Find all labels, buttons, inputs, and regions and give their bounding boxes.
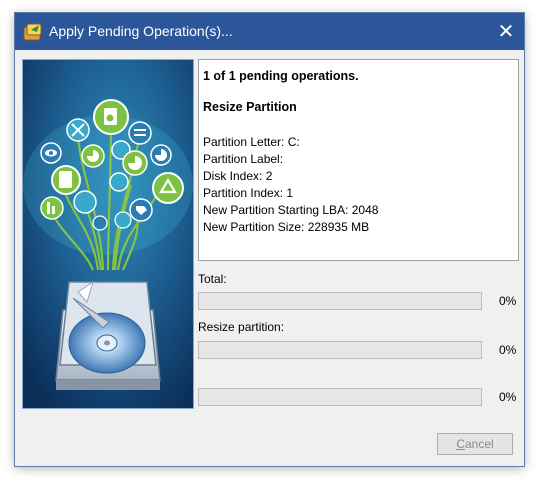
operation-title: Resize Partition	[203, 100, 297, 114]
resize-progress-percent: 0%	[499, 343, 517, 357]
detail-disk-index: Disk Index: 2	[203, 169, 273, 183]
step-progress-percent: 0%	[499, 390, 517, 404]
detail-partition-size: New Partition Size: 228935 MB	[203, 220, 370, 234]
app-icon	[23, 23, 42, 41]
resize-progress-label: Resize partition:	[198, 320, 285, 334]
close-icon: ✕	[497, 21, 515, 43]
step-progress-bar	[198, 388, 482, 406]
detail-partition-index: Partition Index: 1	[203, 186, 294, 200]
cancel-mnemonic: C	[456, 437, 465, 451]
resize-progress-bar	[198, 341, 482, 359]
window-title: Apply Pending Operation(s)...	[49, 23, 233, 39]
dialog-window: Apply Pending Operation(s)... ✕ 1 of 1 p…	[15, 13, 524, 466]
total-progress-label: Total:	[198, 272, 227, 286]
total-progress-percent: 0%	[499, 294, 517, 308]
summary-text: 1 of 1 pending operations.	[203, 69, 359, 83]
detail-partition-letter: Partition Letter: C:	[203, 135, 300, 149]
detail-partition-label: Partition Label:	[203, 152, 284, 166]
title-bar[interactable]: Apply Pending Operation(s)... ✕	[15, 13, 524, 50]
detail-starting-lba: New Partition Starting LBA: 2048	[203, 203, 379, 217]
operation-details-panel: 1 of 1 pending operations. Resize Partit…	[198, 59, 519, 261]
disk-data-tree-illustration	[22, 59, 194, 409]
total-progress-bar	[198, 292, 482, 310]
cancel-button[interactable]: Cancel	[437, 433, 513, 455]
cancel-label: ancel	[464, 437, 494, 451]
close-button[interactable]: ✕	[488, 13, 524, 50]
